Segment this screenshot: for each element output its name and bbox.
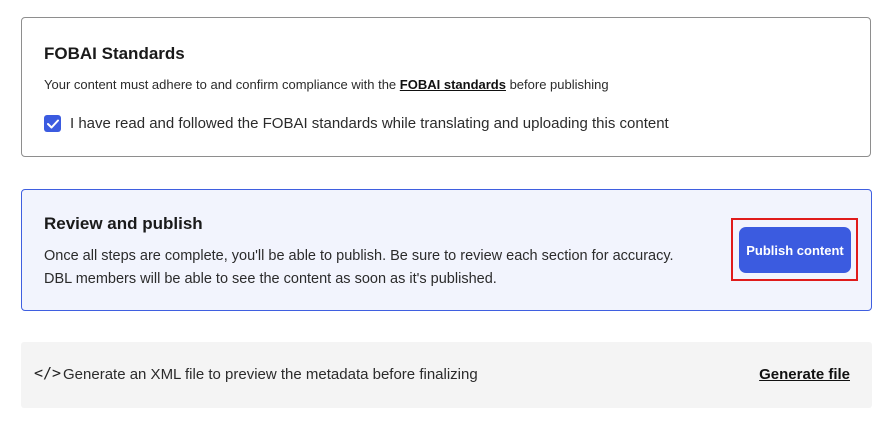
code-icon: </> <box>34 364 62 382</box>
compliance-checkbox-row[interactable]: I have read and followed the FOBAI stand… <box>44 115 669 132</box>
compliance-checkbox[interactable] <box>44 115 61 132</box>
review-title: Review and publish <box>44 214 203 233</box>
generate-file-link[interactable]: Generate file <box>759 366 850 383</box>
standards-desc-suffix: before publishing <box>505 77 609 92</box>
fobai-standards-card: FOBAI Standards Your content must adhere… <box>21 17 871 157</box>
standards-description: Your content must adhere to and confirm … <box>44 77 609 92</box>
xml-description: Generate an XML file to preview the meta… <box>63 366 478 383</box>
review-description: Once all steps are complete, you'll be a… <box>44 245 724 291</box>
checkmark-icon <box>46 119 59 128</box>
standards-title: FOBAI Standards <box>44 44 185 63</box>
review-desc-line1: Once all steps are complete, you'll be a… <box>44 248 674 264</box>
standards-desc-prefix: Your content must adhere to and confirm … <box>44 77 400 92</box>
generate-xml-card: </> Generate an XML file to preview the … <box>21 342 872 408</box>
review-desc-line2: DBL members will be able to see the cont… <box>44 271 497 287</box>
review-and-publish-card: Review and publish Once all steps are co… <box>21 189 872 311</box>
fobai-standards-link[interactable]: FOBAI standards <box>400 77 506 92</box>
compliance-checkbox-label[interactable]: I have read and followed the FOBAI stand… <box>70 115 669 132</box>
publish-content-button[interactable]: Publish content <box>739 227 851 273</box>
